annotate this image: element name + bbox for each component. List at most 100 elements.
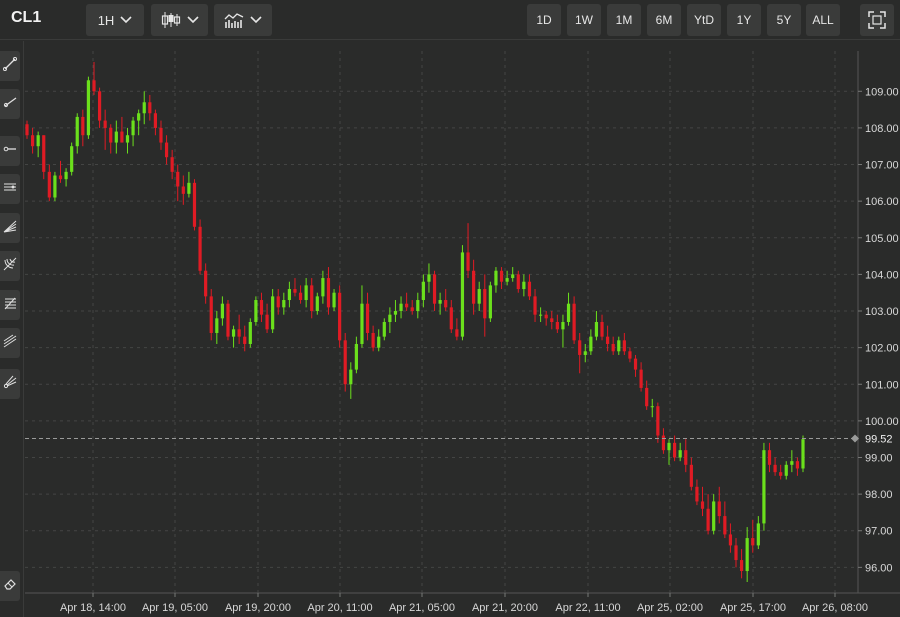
candle[interactable]: [142, 91, 146, 125]
candle[interactable]: [114, 120, 118, 154]
candle[interactable]: [695, 479, 699, 506]
candle[interactable]: [578, 332, 582, 374]
candle[interactable]: [215, 311, 219, 344]
candle[interactable]: [466, 223, 470, 279]
candle[interactable]: [86, 76, 91, 139]
candle[interactable]: [522, 274, 526, 297]
candle[interactable]: [237, 314, 241, 344]
range-button-5y[interactable]: 5Y: [767, 4, 801, 36]
candle[interactable]: [30, 127, 35, 154]
candle[interactable]: [494, 267, 498, 293]
candle[interactable]: [589, 329, 593, 355]
range-button-ytd[interactable]: YtD: [687, 4, 721, 36]
candle[interactable]: [153, 109, 158, 136]
candle[interactable]: [600, 314, 604, 341]
candle[interactable]: [717, 486, 721, 524]
candle[interactable]: [220, 296, 224, 326]
candle[interactable]: [449, 300, 453, 333]
candle[interactable]: [684, 439, 688, 473]
candle[interactable]: [700, 486, 705, 517]
candle[interactable]: [539, 307, 543, 322]
candle[interactable]: [271, 289, 275, 333]
candle[interactable]: [751, 519, 755, 553]
candle[interactable]: [120, 116, 124, 143]
candle[interactable]: [198, 219, 202, 275]
candle[interactable]: [231, 325, 236, 348]
candle[interactable]: [511, 267, 515, 282]
fullscreen-button[interactable]: [860, 4, 894, 36]
candle[interactable]: [70, 142, 74, 176]
tool-fibonacci-fan[interactable]: [0, 213, 20, 243]
candle[interactable]: [310, 278, 314, 319]
candle[interactable]: [427, 263, 431, 293]
candle[interactable]: [192, 179, 197, 231]
candle[interactable]: [723, 501, 727, 539]
candle[interactable]: [628, 347, 632, 363]
candle[interactable]: [762, 442, 766, 531]
candle[interactable]: [801, 435, 805, 473]
candle[interactable]: [795, 457, 800, 476]
candle[interactable]: [187, 171, 191, 198]
candle[interactable]: [176, 164, 180, 202]
candle[interactable]: [432, 270, 437, 312]
candle[interactable]: [365, 292, 370, 341]
candle[interactable]: [36, 131, 40, 158]
candle[interactable]: [672, 435, 677, 462]
candle[interactable]: [382, 318, 386, 341]
candle[interactable]: [472, 259, 476, 315]
candle[interactable]: [650, 398, 654, 418]
candle[interactable]: [488, 281, 492, 322]
candle[interactable]: [354, 336, 358, 374]
candle[interactable]: [645, 380, 649, 410]
candle[interactable]: [421, 274, 425, 308]
tool-parallel-channel[interactable]: [0, 174, 20, 204]
candle[interactable]: [53, 171, 57, 202]
candle[interactable]: [399, 296, 403, 319]
candle[interactable]: [170, 149, 174, 180]
candle[interactable]: [405, 292, 409, 312]
tool-gann-fan[interactable]: [0, 251, 20, 281]
range-button-1m[interactable]: 1M: [607, 4, 641, 36]
candle[interactable]: [321, 270, 325, 304]
candle[interactable]: [204, 263, 208, 304]
candle[interactable]: [265, 303, 269, 333]
tool-pitchfork[interactable]: [0, 369, 20, 399]
candle[interactable]: [259, 292, 264, 322]
candle[interactable]: [360, 285, 364, 348]
candle[interactable]: [410, 300, 414, 315]
candle[interactable]: [332, 289, 336, 312]
candle[interactable]: [455, 318, 459, 341]
candle[interactable]: [734, 538, 738, 568]
candle[interactable]: [499, 267, 504, 290]
candle[interactable]: [555, 314, 559, 333]
chart-type-dropdown[interactable]: [151, 4, 208, 36]
candle[interactable]: [566, 292, 571, 326]
candle[interactable]: [25, 120, 29, 139]
candle[interactable]: [756, 516, 760, 550]
candle[interactable]: [745, 527, 749, 583]
candle[interactable]: [64, 168, 68, 187]
candle[interactable]: [739, 549, 744, 579]
candle[interactable]: [505, 270, 509, 286]
candle[interactable]: [544, 311, 548, 326]
interval-dropdown[interactable]: 1H: [86, 4, 144, 36]
tool-regression-channel[interactable]: [0, 328, 20, 358]
candle[interactable]: [583, 343, 587, 363]
candle[interactable]: [533, 289, 537, 322]
range-button-1y[interactable]: 1Y: [727, 4, 761, 36]
candle[interactable]: [97, 87, 102, 128]
range-button-1w[interactable]: 1W: [567, 4, 601, 36]
candle[interactable]: [349, 362, 353, 399]
candle[interactable]: [159, 120, 163, 150]
candle[interactable]: [75, 113, 79, 154]
candle[interactable]: [689, 457, 693, 491]
candle[interactable]: [661, 428, 666, 454]
price-chart[interactable]: 109.00 108.00 107.00 106.00 105.00 104.00 103.…: [25, 41, 900, 617]
candle[interactable]: [343, 332, 347, 392]
range-button-all[interactable]: ALL: [806, 4, 840, 36]
tool-eraser[interactable]: [0, 571, 20, 601]
candle[interactable]: [784, 461, 788, 480]
tool-trend-line[interactable]: [0, 51, 20, 81]
candle[interactable]: [550, 311, 554, 330]
candle[interactable]: [164, 135, 169, 165]
